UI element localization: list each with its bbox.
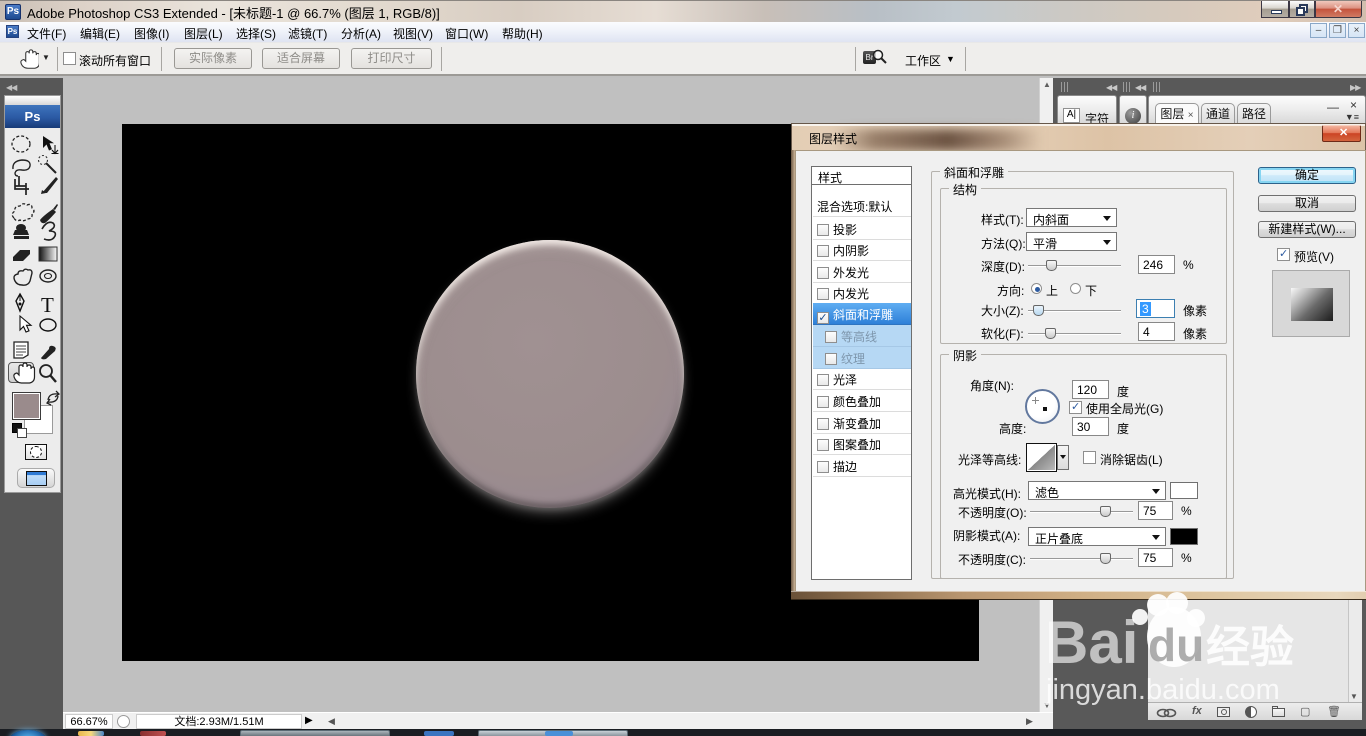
svg-text:T: T xyxy=(41,293,54,317)
